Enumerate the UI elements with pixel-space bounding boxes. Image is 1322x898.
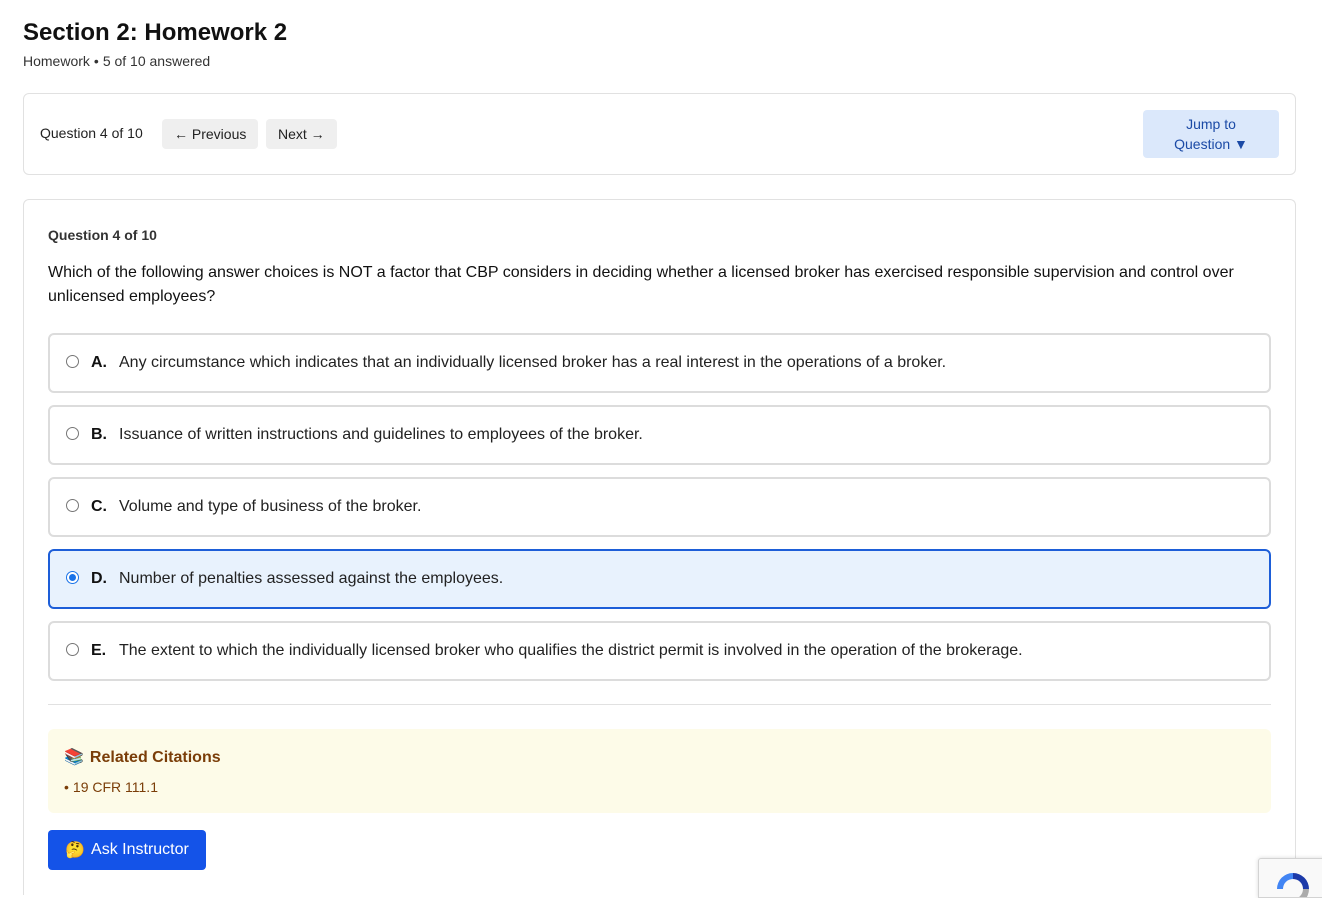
option-text: The extent to which the individually lic… <box>119 642 1023 659</box>
answered-progress: 5 of 10 answered <box>102 53 211 69</box>
option-letter: E. <box>91 642 107 659</box>
citations-heading: 📚 Related Citations <box>64 747 221 767</box>
assignment-type: Homework <box>23 53 90 69</box>
citation-text: 19 CFR 111.1 <box>72 779 158 795</box>
recaptcha-icon <box>1277 873 1309 897</box>
jump-label-line1: Jump to <box>1186 116 1236 132</box>
books-icon: 📚 <box>64 749 84 766</box>
radio-button[interactable] <box>66 643 79 656</box>
page-subtitle: Homework • 5 of 10 answered <box>23 52 1296 70</box>
citations-title: Related Citations <box>89 749 221 766</box>
radio-button[interactable] <box>66 427 79 440</box>
citation-bullet: • <box>64 779 69 795</box>
answer-option-b[interactable]: B. Issuance of written instructions and … <box>48 405 1271 465</box>
separator-dot: • <box>93 53 99 69</box>
divider <box>48 704 1271 705</box>
option-letter: A. <box>91 354 107 371</box>
radio-button[interactable] <box>66 355 79 368</box>
ask-instructor-label: Ask Instructor <box>91 841 189 858</box>
option-letter: C. <box>91 498 107 515</box>
radio-button[interactable] <box>66 499 79 512</box>
thinking-face-icon: 🤔 <box>65 842 86 859</box>
option-text: Number of penalties assessed against the… <box>119 570 504 587</box>
option-text: Issuance of written instructions and gui… <box>119 426 643 443</box>
answer-option-e[interactable]: E. The extent to which the individually … <box>48 621 1271 681</box>
answer-option-c[interactable]: C. Volume and type of business of the br… <box>48 477 1271 537</box>
previous-button[interactable]: ← Previous <box>162 119 259 149</box>
question-card: Question 4 of 10 Which of the following … <box>23 199 1296 895</box>
answer-option-a[interactable]: A. Any circumstance which indicates that… <box>48 333 1271 393</box>
related-citations-panel: 📚 Related Citations • 19 CFR 111.1 <box>48 729 1271 813</box>
jump-to-question-button[interactable]: Jump to Question ▼ <box>1143 110 1279 158</box>
question-text: Which of the following answer choices is… <box>48 264 1234 305</box>
ask-instructor-button[interactable]: 🤔 Ask Instructor <box>48 830 206 870</box>
question-navigation-bar: Question 4 of 10 ← Previous Next → Jump … <box>23 93 1296 175</box>
option-text: Volume and type of business of the broke… <box>119 498 422 515</box>
option-letter: B. <box>91 426 107 443</box>
question-number: Question 4 of 10 <box>48 227 157 243</box>
option-text: Any circumstance which indicates that an… <box>119 354 947 371</box>
recaptcha-badge[interactable] <box>1258 858 1322 898</box>
answer-option-d[interactable]: D. Number of penalties assessed against … <box>48 549 1271 609</box>
option-letter: D. <box>91 570 107 587</box>
page-title: Section 2: Homework 2 <box>23 19 288 46</box>
citation-item: • 19 CFR 111.1 <box>64 779 158 795</box>
question-position-label: Question 4 of 10 <box>40 125 143 141</box>
next-button[interactable]: Next → <box>266 119 337 149</box>
jump-label-line2: Question ▼ <box>1174 136 1248 152</box>
page-header: Section 2: Homework 2 Homework • 5 of 10 a… <box>23 18 1296 70</box>
radio-button-selected[interactable] <box>66 571 79 584</box>
